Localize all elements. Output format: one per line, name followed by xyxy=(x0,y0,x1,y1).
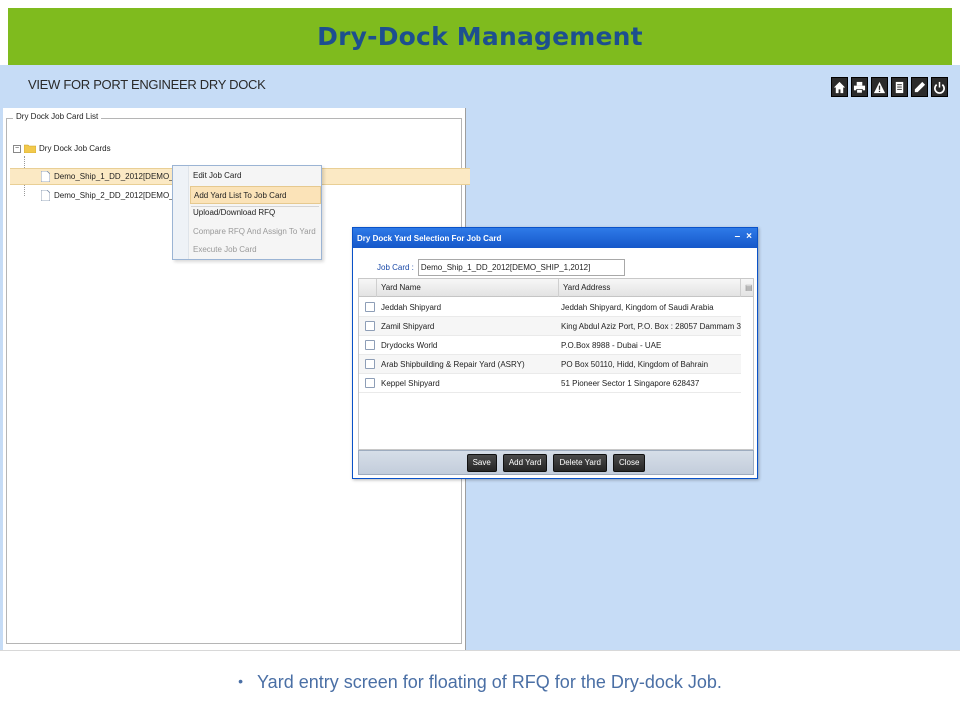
table-row[interactable]: Jeddah Shipyard Jeddah Shipyard, Kingdom… xyxy=(359,298,741,317)
slide-caption: • Yard entry screen for floating of RFQ f… xyxy=(0,672,960,693)
toolbar-icons xyxy=(831,77,948,97)
yard-address-cell: PO Box 50110, Hidd, Kingdom of Bahrain xyxy=(561,360,709,369)
row-checkbox[interactable] xyxy=(365,302,375,312)
yard-name-cell: Jeddah Shipyard xyxy=(381,303,442,312)
yard-address-cell: Jeddah Shipyard, Kingdom of Saudi Arabia xyxy=(561,303,714,312)
yard-grid: Yard Name Yard Address ▤ Jeddah Shipyard… xyxy=(358,278,754,450)
job-card-label: Job Card : xyxy=(377,263,414,272)
column-menu-icon[interactable]: ▤ xyxy=(741,279,753,297)
job-card-row: Job Card : Demo_Ship_1_DD_2012[DEMO_SHIP… xyxy=(377,259,625,276)
row-checkbox[interactable] xyxy=(365,359,375,369)
table-row[interactable]: Keppel Shipyard 51 Pioneer Sector 1 Sing… xyxy=(359,374,741,393)
grid-header-checkbox-col xyxy=(359,279,377,297)
minimize-icon[interactable]: – xyxy=(735,231,741,242)
warning-icon[interactable] xyxy=(871,77,888,97)
save-button[interactable]: Save xyxy=(466,453,497,472)
column-header-yard-name[interactable]: Yard Name xyxy=(377,279,559,297)
edit-icon[interactable] xyxy=(911,77,928,97)
yard-name-cell: Drydocks World xyxy=(381,341,438,350)
panel-legend: Dry Dock Job Card List xyxy=(13,112,102,121)
power-icon[interactable] xyxy=(931,77,948,97)
row-checkbox[interactable] xyxy=(365,340,375,350)
table-row[interactable]: Zamil Shipyard King Abdul Aziz Port, P.O… xyxy=(359,317,741,336)
print-icon[interactable] xyxy=(851,77,868,97)
toolbar-strip: VIEW FOR PORT ENGINEER DRY DOCK xyxy=(0,65,960,105)
yard-address-cell: King Abdul Aziz Port, P.O. Box : 28057 D… xyxy=(561,322,741,331)
document-icon[interactable] xyxy=(891,77,908,97)
job-card-field[interactable]: Demo_Ship_1_DD_2012[DEMO_SHIP_1,2012] xyxy=(417,259,625,276)
yard-name-cell: Zamil Shipyard xyxy=(381,322,435,331)
delete-yard-button[interactable]: Delete Yard xyxy=(553,453,607,472)
row-checkbox[interactable] xyxy=(365,378,375,388)
table-row[interactable]: Arab Shipbuilding & Repair Yard (ASRY) P… xyxy=(359,355,741,374)
yard-address-cell: P.O.Box 8988 - Dubai - UAE xyxy=(561,341,662,350)
menu-gutter xyxy=(173,166,189,259)
home-icon[interactable] xyxy=(831,77,848,97)
add-yard-button[interactable]: Add Yard xyxy=(502,453,548,472)
dialog-footer: Save Add Yard Delete Yard Close xyxy=(358,450,754,475)
dialog-titlebar[interactable]: Dry Dock Yard Selection For Job Card – × xyxy=(353,228,757,248)
collapse-icon[interactable]: − xyxy=(13,144,21,153)
dialog-controls: – × xyxy=(735,231,752,242)
context-menu: Edit Job Card Add Yard List To Job Card … xyxy=(172,165,322,260)
caption-text: Yard entry screen for floating of RFQ fo… xyxy=(257,672,722,692)
menu-item-compare-rfq[interactable]: Compare RFQ And Assign To Yard xyxy=(190,223,321,241)
tree-root[interactable]: − Dry Dock Job Cards xyxy=(13,144,111,153)
menu-item-execute-job-card[interactable]: Execute Job Card xyxy=(190,241,321,259)
row-checkbox[interactable] xyxy=(365,321,375,331)
dialog-title: Dry Dock Yard Selection For Job Card xyxy=(357,233,502,243)
yard-address-cell: 51 Pioneer Sector 1 Singapore 628437 xyxy=(561,379,700,388)
close-icon[interactable]: × xyxy=(746,231,752,242)
divider xyxy=(0,650,960,651)
bullet-icon: • xyxy=(238,673,244,689)
yard-name-cell: Arab Shipbuilding & Repair Yard (ASRY) xyxy=(381,360,525,369)
document-icon xyxy=(41,171,50,182)
tree-root-label: Dry Dock Job Cards xyxy=(39,144,111,153)
app-title: Dry-Dock Management xyxy=(317,22,643,51)
yard-name-cell: Keppel Shipyard xyxy=(381,379,440,388)
menu-item-upload-download-rfq[interactable]: Upload/Download RFQ xyxy=(190,204,321,222)
document-icon xyxy=(41,190,50,201)
table-row[interactable]: Drydocks World P.O.Box 8988 - Dubai - UA… xyxy=(359,336,741,355)
menu-item-add-yard-list[interactable]: Add Yard List To Job Card xyxy=(190,186,321,204)
folder-icon xyxy=(24,144,36,153)
yard-selection-dialog: Dry Dock Yard Selection For Job Card – ×… xyxy=(352,227,758,479)
menu-item-edit-job-card[interactable]: Edit Job Card xyxy=(190,167,321,185)
app-header: Dry-Dock Management xyxy=(8,8,952,65)
close-button[interactable]: Close xyxy=(612,453,646,472)
column-header-yard-address[interactable]: Yard Address xyxy=(559,279,741,297)
grid-header: Yard Name Yard Address ▤ xyxy=(359,279,753,297)
view-title: VIEW FOR PORT ENGINEER DRY DOCK xyxy=(28,77,266,92)
